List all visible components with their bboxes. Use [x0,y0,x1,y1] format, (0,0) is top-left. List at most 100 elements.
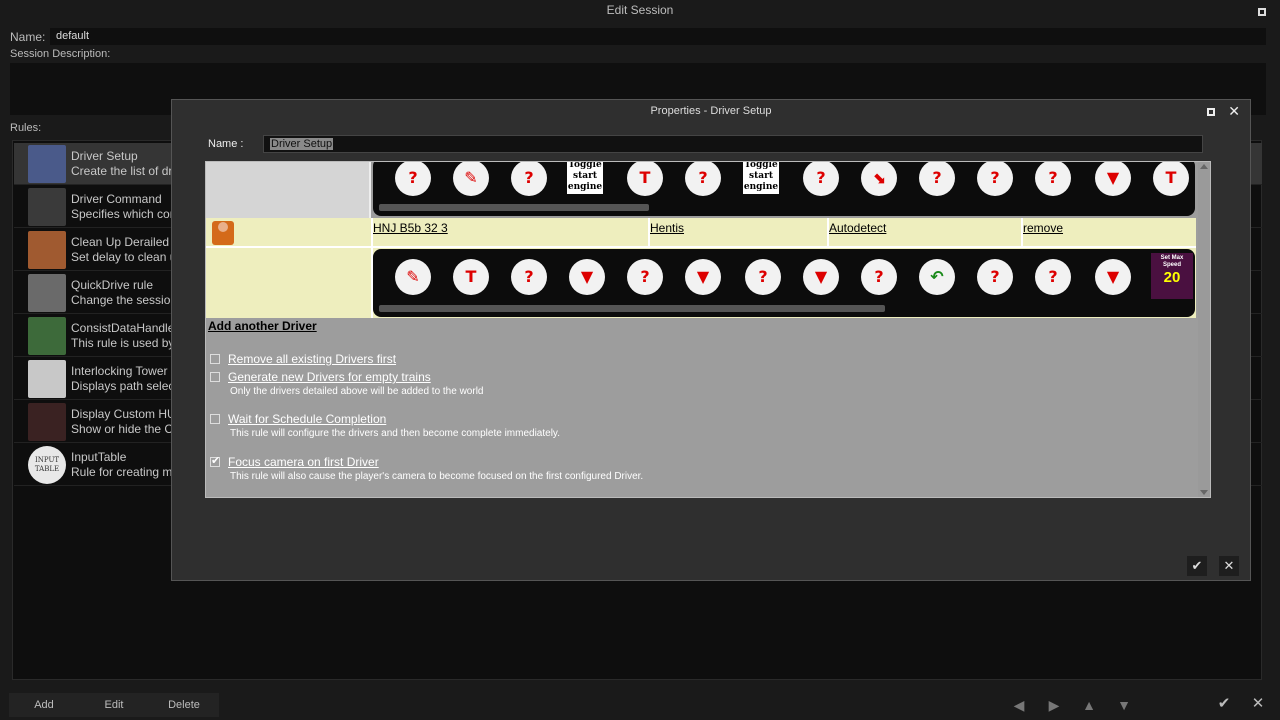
wait-icon[interactable]: ? [745,259,781,295]
signal-icon [28,188,66,226]
interlocking-icon [28,360,66,398]
arrow-right-icon[interactable]: ▶ [1044,696,1064,714]
rule-description: Create the list of dr [71,164,173,178]
arrow-left-icon[interactable]: ◀ [1009,696,1029,714]
timer-icon[interactable]: T [627,162,663,196]
remove-driver-link[interactable]: remove [1023,221,1063,235]
stop-icon[interactable]: ▼ [685,259,721,295]
option-label[interactable]: Focus camera on first Driver [228,455,379,469]
rule-name: Driver Command [71,192,162,206]
scroll-up-icon[interactable] [1200,164,1208,169]
stop-icon[interactable]: ▼ [1095,259,1131,295]
drive-to-icon[interactable]: ✎ [395,259,431,295]
rule-description: Rule for creating m [71,465,173,479]
driver-train-link[interactable]: HNJ B5b 32 3 [373,221,448,235]
maximize-icon[interactable] [1207,108,1215,116]
horizontal-scrollbar[interactable] [379,305,885,312]
rule-description: Change the session [71,293,178,307]
rule-description: Specifies which com [71,207,180,221]
stop-icon[interactable]: ▼ [803,259,839,295]
wait-icon[interactable]: ? [511,162,547,196]
dialog-cancel-button[interactable]: ✕ [1219,556,1239,576]
option-label[interactable]: Wait for Schedule Completion [228,412,386,426]
input-table-icon: INPUT TABLE [28,446,66,484]
stop-icon[interactable]: ▼ [569,259,605,295]
driver-mode-link[interactable]: Autodetect [829,221,886,235]
timer-icon[interactable]: T [453,259,489,295]
option-label[interactable]: Remove all existing Drivers first [228,352,396,366]
driver-avatar[interactable] [212,221,234,245]
dialog-name-value: Driver Setup [270,138,334,150]
rules-label: Rules: [10,122,42,134]
delete-button[interactable]: Delete [149,693,219,717]
max-speed-value: 20 [1163,269,1181,286]
arrow-down-icon[interactable]: ▼ [1114,696,1134,714]
derail-icon [28,231,66,269]
driver-row: HNJ B5b 32 3 Hentis Autodetect remove ✎ … [206,218,1196,318]
horizontal-scrollbar[interactable] [379,204,649,211]
toggle-start-engine-icon[interactable]: Toggle start engine [743,162,779,194]
rule-description: Displays path selec [71,379,175,393]
scroll-down-icon[interactable] [1200,490,1208,495]
set-max-speed-icon[interactable]: Set Max Speed 20 [1151,253,1193,299]
arrow-up-icon[interactable]: ▲ [1079,696,1099,714]
session-description-label: Session Description: [10,48,111,60]
wait-icon[interactable]: ? [803,162,839,196]
edit-button[interactable]: Edit [79,693,149,717]
rule-description: Set delay to clean u [71,250,177,264]
window-title: Edit Session [606,3,674,17]
option-description: This rule will configure the drivers and… [230,428,560,439]
dialog-name-label: Name : [208,138,244,150]
rule-name: ConsistDataHandle [71,321,175,335]
dialog-ok-button[interactable]: ✔ [1187,556,1207,576]
vertical-scrollbar[interactable] [1198,162,1210,497]
dialog-name-input[interactable]: Driver Setup [263,135,1203,153]
add-button[interactable]: Add [9,693,79,717]
option-description: This rule will also cause the player's c… [230,471,644,482]
drive-to-icon[interactable]: ✎ [453,162,489,196]
close-icon[interactable]: ✕ [1228,103,1240,120]
wait-icon[interactable]: ? [511,259,547,295]
outer-cancel-button[interactable]: ✕ [1248,694,1268,714]
wait-icon[interactable]: ? [1035,259,1071,295]
maximize-icon[interactable] [1258,8,1266,16]
rule-name: Display Custom HU [71,407,176,421]
wait-icon[interactable]: ? [861,259,897,295]
dialog-title: Properties - Driver Setup [650,105,772,117]
driver-icon [28,145,66,183]
wait-icon[interactable]: ? [977,162,1013,196]
wait-icon[interactable]: ? [1035,162,1071,196]
wait-icon[interactable]: ? [919,162,955,196]
properties-panel[interactable]: ? ✎ ? Toggle start engine T ? Toggle sta… [205,161,1211,498]
session-name-input[interactable]: default [50,28,1266,45]
session-name-label: Name: [10,30,46,44]
remove-existing-checkbox[interactable] [210,354,220,364]
rule-description: This rule is used by [71,336,175,350]
reverse-icon[interactable]: ↶ [919,259,955,295]
toggle-start-engine-icon[interactable]: Toggle start engine [567,162,603,194]
rule-description: Show or hide the Cu [71,422,180,436]
wait-schedule-checkbox[interactable] [210,414,220,424]
wait-icon[interactable]: ? [395,162,431,196]
couple-icon[interactable]: ⬊ [861,162,897,196]
option-label[interactable]: Generate new Drivers for empty trains [228,370,431,384]
command-strip[interactable]: ✎ T ? ▼ ? ▼ ? ▼ ? ↶ ? ? ▼ Set Max Speed … [373,249,1195,317]
consist-icon [28,317,66,355]
wait-icon[interactable]: ? [685,162,721,196]
rule-name: QuickDrive rule [71,278,154,292]
rule-name: Interlocking Tower R [71,364,180,378]
properties-dialog: Properties - Driver Setup ✕ Name : Drive… [171,99,1251,581]
generate-drivers-checkbox[interactable] [210,372,220,382]
add-another-driver-link[interactable]: Add another Driver [208,319,317,333]
timer-icon[interactable]: T [1153,162,1189,196]
focus-camera-checkbox[interactable] [210,454,220,467]
stop-icon[interactable]: ▼ [1095,162,1131,196]
command-row: ? ✎ ? Toggle start engine T ? Toggle sta… [206,162,1196,218]
driver-name-link[interactable]: Hentis [650,221,684,235]
outer-ok-button[interactable]: ✔ [1214,694,1234,714]
wait-icon[interactable]: ? [977,259,1013,295]
option-description: Only the drivers detailed above will be … [230,386,484,397]
rule-name: Clean Up Derailed T [71,235,180,249]
wait-icon[interactable]: ? [627,259,663,295]
command-strip[interactable]: ? ✎ ? Toggle start engine T ? Toggle sta… [373,162,1195,216]
